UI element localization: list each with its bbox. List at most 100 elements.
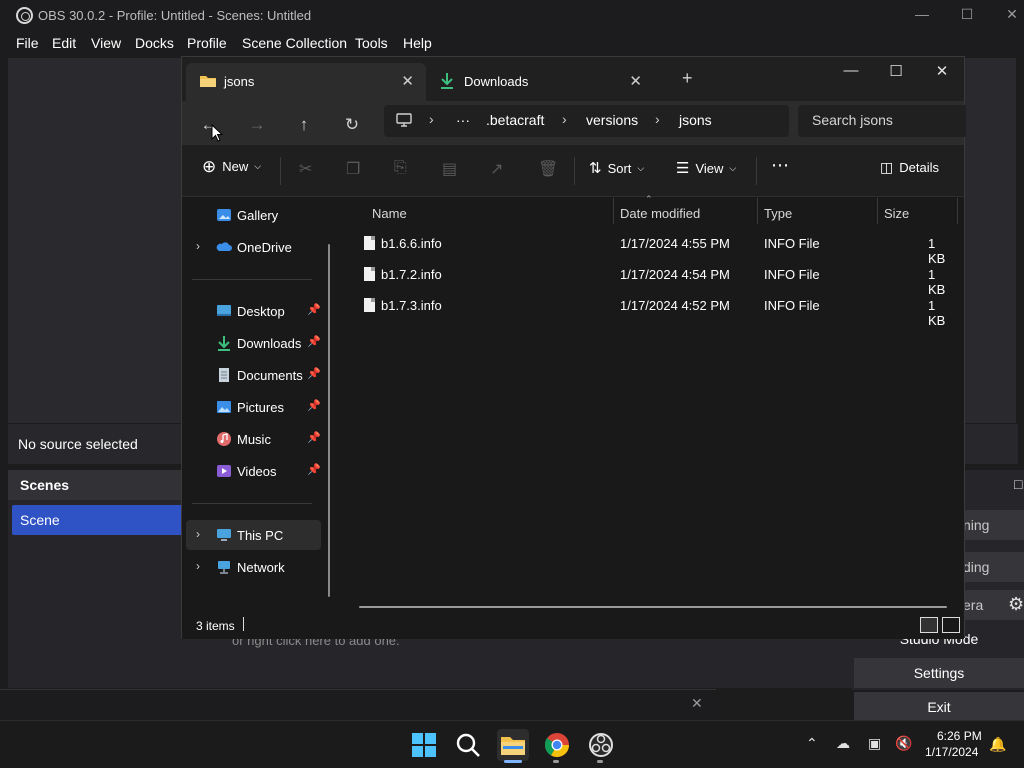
column-header-size[interactable]: Size — [884, 206, 909, 221]
nav-item-videos[interactable]: Videos 📌 — [186, 456, 321, 486]
onedrive-tray-icon[interactable]: ☁ — [836, 735, 850, 752]
nav-item-this-pc[interactable]: › This PC — [186, 520, 321, 550]
chevron-right-icon[interactable]: › — [196, 239, 200, 253]
volume-muted-icon[interactable]: 🔇 — [895, 735, 912, 752]
refresh-icon[interactable]: ↻ — [338, 111, 366, 139]
nav-item-network[interactable]: › Network — [186, 552, 321, 582]
notification-bell-icon[interactable]: 🔔 — [989, 736, 1006, 753]
table-row[interactable]: b1.7.2.info 1/17/2024 4:54 PM INFO File … — [352, 260, 952, 297]
tab-jsons-close-icon[interactable]: ✕ — [401, 72, 414, 90]
tab-jsons[interactable]: jsons ✕ — [186, 63, 426, 101]
nav-item-gallery[interactable]: Gallery — [186, 200, 321, 230]
obs-taskbar-icon[interactable] — [585, 729, 617, 761]
column-divider[interactable] — [757, 198, 758, 224]
column-header-name[interactable]: Name — [372, 206, 407, 221]
settings-button[interactable]: Settings — [854, 658, 1024, 688]
music-icon — [217, 432, 231, 446]
explorer-close-button[interactable]: ✕ — [927, 62, 957, 80]
horizontal-scrollbar[interactable] — [359, 606, 947, 608]
breadcrumb-overflow[interactable]: ··· — [456, 112, 470, 128]
tab-jsons-label: jsons — [224, 74, 255, 89]
chrome-icon[interactable] — [541, 729, 573, 761]
statusbar-close-icon[interactable]: ✕ — [691, 695, 703, 712]
obs-minimize-button[interactable]: — — [912, 6, 932, 22]
clock-time[interactable]: 6:26 PM — [937, 729, 982, 743]
file-explorer-icon[interactable] — [497, 729, 529, 761]
pin-icon[interactable]: 📌 — [307, 399, 321, 412]
videos-icon — [217, 465, 231, 477]
new-button[interactable]: ⊕ New ⌵ — [202, 158, 261, 175]
cut-icon[interactable]: ✂ — [299, 159, 312, 179]
view-button-label: View — [695, 160, 724, 176]
pin-icon[interactable]: 📌 — [307, 335, 321, 348]
more-options-icon[interactable]: ⋯ — [771, 155, 789, 176]
chevron-right-icon[interactable]: › — [196, 559, 200, 573]
explorer-minimize-button[interactable]: — — [836, 62, 866, 79]
rename-icon[interactable]: ▤ — [442, 159, 457, 179]
new-tab-plus-icon[interactable]: + — [682, 69, 693, 87]
table-row[interactable]: b1.6.6.info 1/17/2024 4:55 PM INFO File … — [352, 229, 952, 266]
menu-view[interactable]: View — [91, 35, 121, 51]
table-row[interactable]: b1.7.3.info 1/17/2024 4:52 PM INFO File … — [352, 291, 952, 328]
sort-button[interactable]: ⇅ Sort ⌵ — [589, 159, 644, 177]
menu-edit[interactable]: Edit — [52, 35, 76, 51]
menu-file[interactable]: File — [16, 35, 39, 51]
breadcrumb-versions[interactable]: versions — [586, 112, 638, 128]
menu-help[interactable]: Help — [403, 35, 432, 51]
menu-scene-collection[interactable]: Scene Collection — [242, 35, 347, 51]
column-header-date[interactable]: Date modified — [620, 206, 700, 221]
pin-icon[interactable]: 📌 — [307, 431, 321, 444]
menu-tools[interactable]: Tools — [355, 35, 388, 51]
sort-ascending-icon: ⌃ — [645, 194, 653, 204]
copy-icon[interactable]: ❐ — [346, 159, 360, 179]
pin-icon[interactable]: 📌 — [307, 303, 321, 316]
nav-item-onedrive[interactable]: › OneDrive — [186, 232, 321, 262]
chevron-down-icon: ⌵ — [637, 162, 645, 173]
windows-start-icon[interactable] — [408, 729, 440, 761]
obs-maximize-button[interactable]: ☐ — [957, 6, 977, 23]
tab-downloads[interactable]: Downloads ✕ — [430, 63, 662, 101]
chevron-right-icon[interactable]: › — [196, 527, 200, 541]
explorer-maximize-button[interactable]: ☐ — [881, 62, 911, 80]
chevron-up-icon[interactable]: ⌃ — [806, 735, 818, 752]
column-header-type[interactable]: Type — [764, 206, 792, 221]
navpane-scrollbar[interactable] — [328, 244, 330, 597]
file-size: 1 KB — [928, 298, 946, 328]
breadcrumb-jsons[interactable]: jsons — [679, 112, 712, 128]
running-app-indicator — [597, 760, 603, 763]
nav-item-downloads[interactable]: Downloads 📌 — [186, 328, 321, 358]
pin-icon[interactable]: 📌 — [307, 367, 321, 380]
nav-item-pictures[interactable]: Pictures 📌 — [186, 392, 321, 422]
pin-icon[interactable]: 📌 — [307, 463, 321, 476]
details-view-icon[interactable] — [920, 617, 938, 633]
tab-downloads-close-icon[interactable]: ✕ — [629, 72, 642, 90]
delete-icon[interactable]: 🗑 — [538, 159, 558, 179]
search-input[interactable]: Search jsons — [798, 105, 966, 137]
column-divider[interactable] — [613, 198, 614, 224]
exit-button[interactable]: Exit — [854, 692, 1024, 722]
new-button-label: New — [222, 159, 249, 174]
menu-docks[interactable]: Docks — [135, 35, 174, 51]
clock-date[interactable]: 1/17/2024 — [925, 745, 978, 759]
dock-float-icon[interactable]: □ — [1014, 476, 1022, 492]
this-pc-icon — [217, 529, 231, 541]
view-button[interactable]: ☰ View ⌵ — [676, 159, 736, 177]
nav-item-desktop[interactable]: Desktop 📌 — [186, 296, 321, 326]
network-tray-icon[interactable]: ▣ — [868, 735, 881, 752]
details-pane-button[interactable]: ◫ Details — [880, 159, 939, 176]
nav-item-documents[interactable]: Documents 📌 — [186, 360, 321, 390]
tiles-view-icon[interactable] — [942, 617, 960, 633]
breadcrumb-betacraft[interactable]: .betacraft — [486, 112, 544, 128]
menu-profile[interactable]: Profile — [187, 35, 227, 51]
share-icon[interactable]: ↗ — [490, 159, 503, 179]
virtual-camera-gear-icon[interactable]: ⚙ — [1008, 594, 1024, 615]
paste-icon[interactable]: ⎘ — [394, 159, 407, 177]
search-icon[interactable] — [452, 729, 484, 761]
obs-close-button[interactable]: ✕ — [1002, 6, 1022, 23]
column-divider[interactable] — [877, 198, 878, 224]
address-bar[interactable]: › ··· .betacraft › versions › jsons — [384, 105, 789, 137]
column-divider[interactable] — [957, 198, 958, 224]
forward-arrow-icon[interactable]: → — [243, 111, 271, 139]
up-arrow-icon[interactable]: ↑ — [290, 111, 318, 139]
nav-item-music[interactable]: Music 📌 — [186, 424, 321, 454]
